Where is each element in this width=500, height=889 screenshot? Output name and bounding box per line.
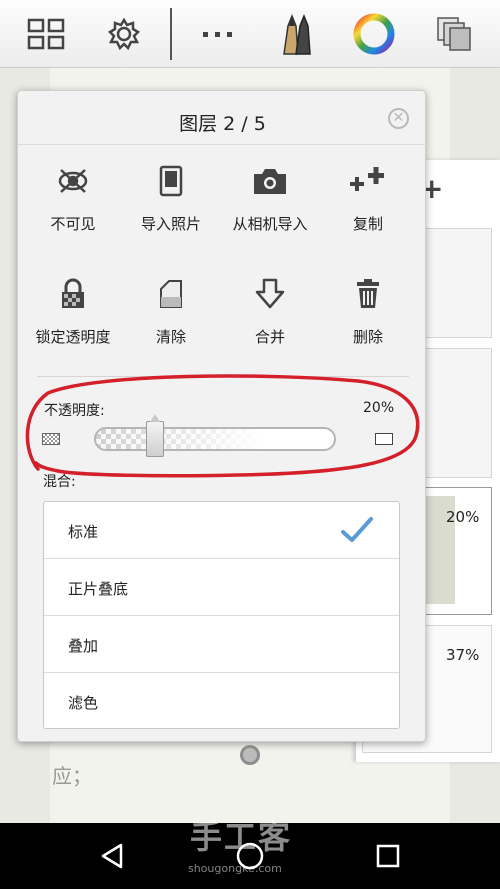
top-toolbar [0,0,500,68]
blend-option[interactable]: 滤色 [44,673,399,730]
back-icon[interactable] [95,839,129,873]
layer-opacity-text: 37% [446,646,480,664]
checkmark-icon [341,517,373,542]
canvas-sketch-text: 应； [52,764,92,788]
blend-option[interactable]: 标准 [44,502,399,559]
grid-icon[interactable] [20,8,72,60]
red-annotation-circle [25,374,420,478]
blend-option-label: 标准 [68,523,99,541]
blend-mode-list: 标准 正片叠底 叠加 滤色 [43,501,400,729]
recent-apps-icon[interactable] [371,839,405,873]
color-wheel-icon[interactable] [348,8,400,60]
gear-icon[interactable] [98,8,150,60]
blend-option-label: 滤色 [68,694,99,712]
watermark-logo: 手工客 [190,818,293,856]
blend-option-label: 正片叠底 [68,580,129,598]
layers-icon[interactable] [428,8,480,60]
blend-label: 混合: [43,474,76,490]
toolbar-separator [170,8,172,60]
popup-anchor-pin [240,745,260,765]
brush-tools-icon[interactable] [270,8,322,60]
blend-option-label: 叠加 [68,637,99,655]
more-icon[interactable] [192,8,244,60]
layer-options-popup: 图层 2 / 5 ✕ 不可见 导入照片 从相机导入 复制 锁定透明度 清除 合并… [17,90,427,742]
blend-option[interactable]: 正片叠底 [44,559,399,616]
watermark-url: shougongke.com [188,862,282,875]
layer-opacity-text: 20% [446,508,480,526]
blend-option[interactable]: 叠加 [44,616,399,673]
